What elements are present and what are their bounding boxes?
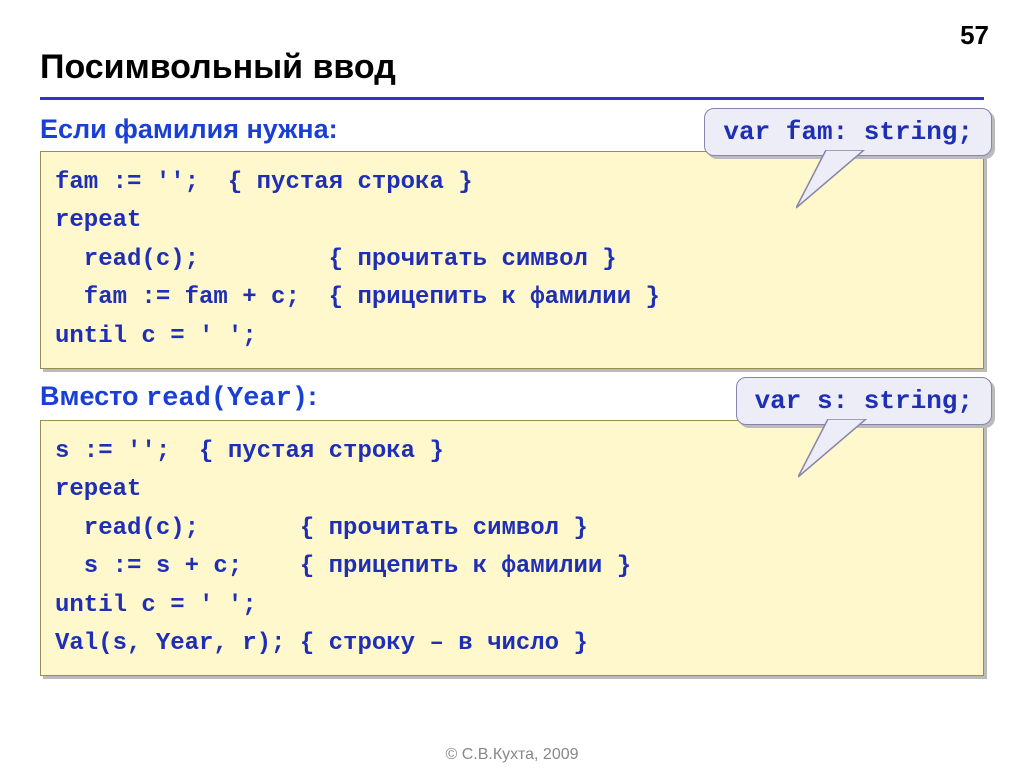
- label-suffix: :: [308, 381, 317, 411]
- section-year: Вместо read(Year): s := ''; { пустая стр…: [40, 381, 984, 676]
- callout-text: var s: string;: [755, 386, 973, 416]
- section-surname: Если фамилия нужна: fam := ''; { пустая …: [40, 114, 984, 369]
- slide: 57 Посимвольный ввод Если фамилия нужна:…: [0, 0, 1024, 768]
- callout-var-fam: var fam: string;: [704, 108, 992, 156]
- callout-text: var fam: string;: [723, 117, 973, 147]
- callout-var-s: var s: string;: [736, 377, 992, 425]
- label-prefix: Вместо: [40, 381, 146, 411]
- footer-copyright: © С.В.Кухта, 2009: [0, 746, 1024, 764]
- page-number: 57: [960, 20, 989, 51]
- page-title: Посимвольный ввод: [40, 48, 984, 100]
- label-code: read(Year): [146, 384, 308, 414]
